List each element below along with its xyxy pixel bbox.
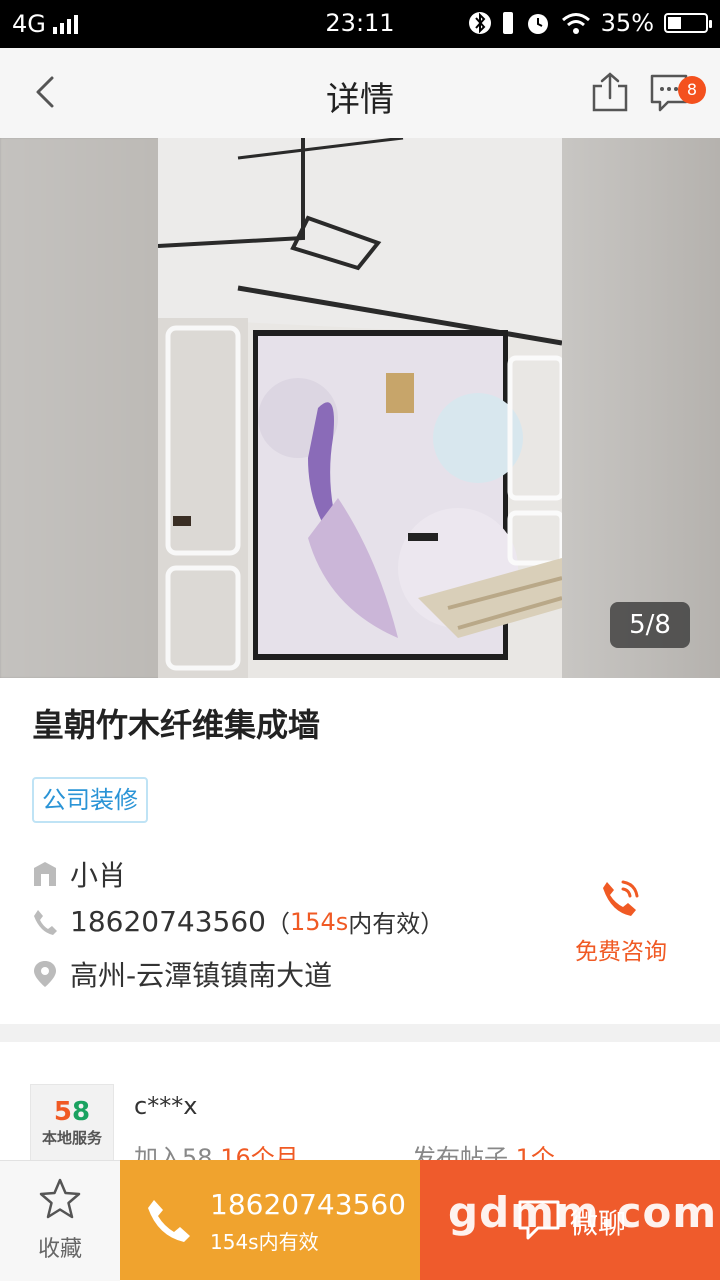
image-gallery[interactable]: 5/8 <box>0 138 720 678</box>
favorite-label: 收藏 <box>37 1237 82 1262</box>
watermark: gdmm.com <box>448 1188 718 1237</box>
section-divider <box>0 1024 720 1042</box>
call-validity: 154s内有效 <box>210 1230 319 1254</box>
address-row: 高州-云潭镇镇南大道 <box>32 954 332 994</box>
star-icon <box>39 1178 81 1219</box>
phone-icon <box>148 1200 190 1242</box>
battery-percent: 35% <box>600 9 654 37</box>
call-number: 18620743560 <box>210 1188 406 1221</box>
validity-suffix: 内有效） <box>348 910 445 938</box>
image-counter: 5/8 <box>610 602 690 648</box>
gallery-prev-image <box>0 138 160 678</box>
free-consult-label: 免费咨询 <box>575 939 667 965</box>
category-tag: 公司装修 <box>32 777 148 823</box>
phone-ring-icon <box>603 880 639 916</box>
message-badge: 8 <box>678 76 706 104</box>
call-button[interactable]: 18620743560 154s内有效 <box>120 1160 420 1280</box>
favorite-button[interactable]: 收藏 <box>0 1160 120 1281</box>
share-icon[interactable] <box>588 70 632 114</box>
vibrate-icon <box>502 12 513 34</box>
service-logo: 58 本地服务 <box>30 1084 114 1168</box>
gallery-next-image <box>562 138 720 678</box>
contact-row: 小肖 <box>32 854 126 894</box>
logo-text: 本地服务 <box>41 1129 102 1147</box>
address: 高州-云潭镇镇南大道 <box>70 959 333 992</box>
bluetooth-icon <box>468 12 491 34</box>
logo-number: 58 <box>53 1097 91 1127</box>
nav-bar: 详情 <box>0 48 720 139</box>
battery-icon <box>664 13 712 33</box>
phone-icon <box>34 909 57 935</box>
phone-row: 18620743560 （ 154s 内有效） <box>32 904 444 939</box>
alarm-icon <box>527 14 548 34</box>
status-bar: 4G 23:11 35% <box>0 0 720 48</box>
listing-photo <box>158 138 562 678</box>
free-consult-button[interactable]: 免费咨询 <box>566 876 676 966</box>
phone-number[interactable]: 18620743560 <box>70 905 266 938</box>
listing-title: 皇朝竹木纤维集成墙 <box>32 706 321 744</box>
wifi-icon <box>561 13 590 34</box>
poster-name[interactable]: c***x <box>134 1092 197 1120</box>
validity-seconds: 154s <box>289 907 349 936</box>
building-icon <box>34 862 56 886</box>
contact-name: 小肖 <box>70 859 127 892</box>
validity-open: （ <box>265 910 290 938</box>
location-pin-icon <box>34 961 56 987</box>
